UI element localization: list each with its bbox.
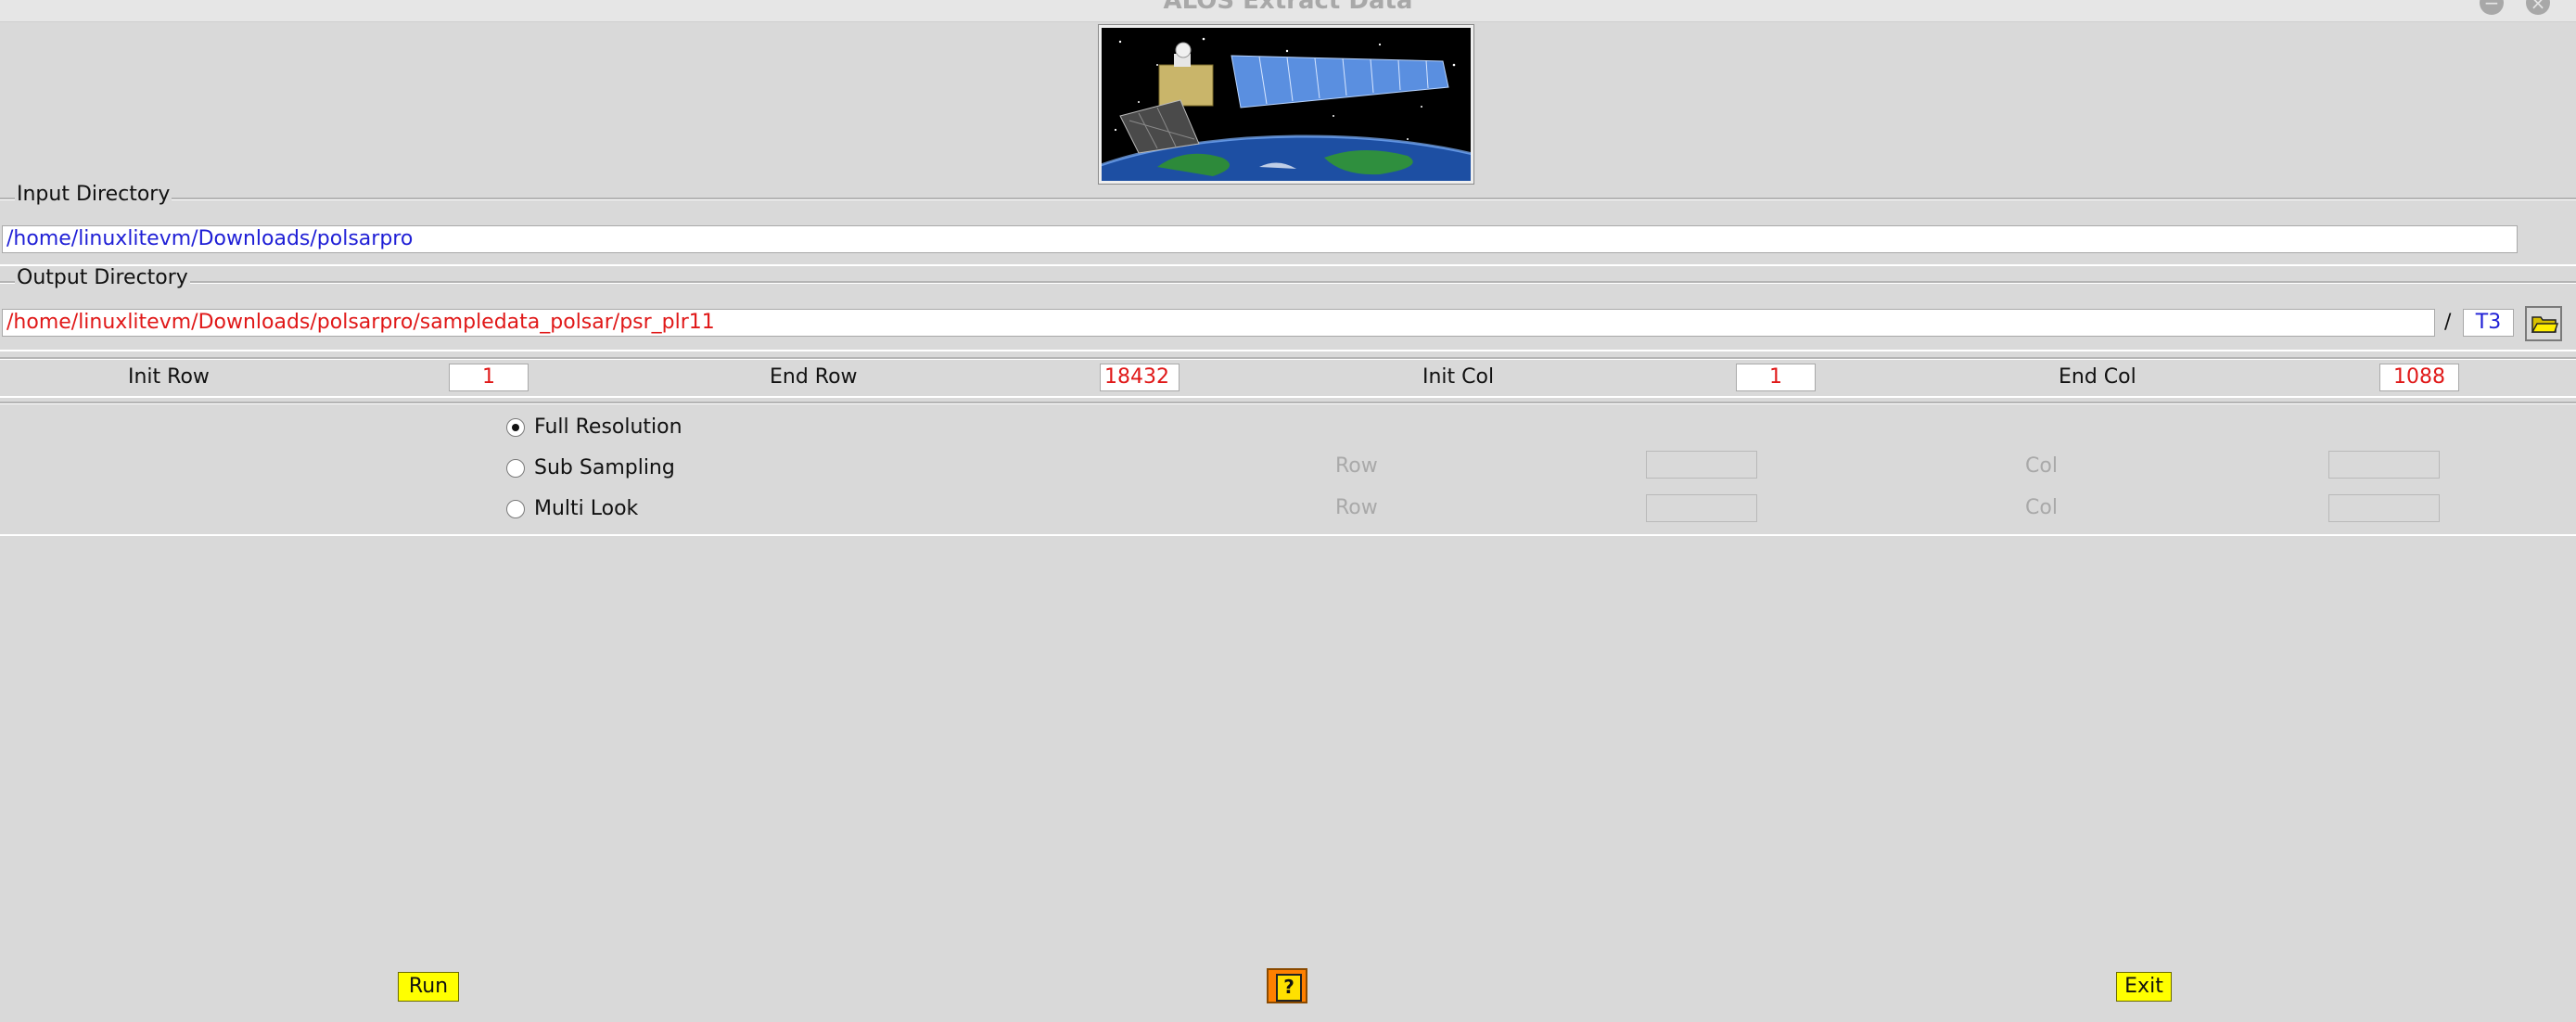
sub-sampling-row-field[interactable] — [1646, 451, 1757, 479]
end-col-field[interactable]: 1088 — [2379, 364, 2459, 391]
help-button[interactable]: ? — [1267, 968, 1307, 1003]
full-resolution-radio[interactable] — [506, 418, 525, 437]
multi-look-col-label: Col — [2025, 496, 2058, 519]
output-suffix-field[interactable]: T3 — [2463, 309, 2514, 337]
end-row-field[interactable]: 18432 — [1100, 364, 1180, 391]
sub-sampling-label[interactable]: Sub Sampling — [534, 454, 675, 482]
alos-satellite-graphic — [1102, 28, 1471, 181]
multi-look-col-field[interactable] — [2328, 494, 2440, 522]
run-button[interactable]: Run — [398, 972, 459, 1002]
window-titlebar: ALOS Extract Data − × — [0, 0, 2576, 22]
output-directory-legend: Output Directory — [15, 266, 190, 289]
sub-sampling-col-label: Col — [2025, 454, 2058, 478]
multi-look-radio[interactable] — [506, 500, 525, 518]
folder-open-icon — [2531, 316, 2558, 333]
satellite-image — [1098, 24, 1474, 185]
init-col-field[interactable]: 1 — [1736, 364, 1816, 391]
end-col-label: End Col — [2059, 365, 2136, 389]
init-row-field[interactable]: 1 — [449, 364, 529, 391]
help-icon: ? — [1276, 974, 1302, 1002]
exit-button[interactable]: Exit — [2116, 972, 2172, 1002]
end-row-label: End Row — [770, 365, 858, 389]
sub-sampling-radio[interactable] — [506, 459, 525, 478]
rows-cols-frame — [0, 357, 2576, 398]
input-directory-field[interactable]: /home/linuxlitevm/Downloads/polsarpro — [2, 225, 2518, 253]
output-directory-field[interactable]: /home/linuxlitevm/Downloads/polsarpro/sa… — [2, 309, 2435, 337]
sub-sampling-row-label: Row — [1335, 454, 1378, 478]
full-resolution-label[interactable]: Full Resolution — [534, 414, 682, 441]
multi-look-label[interactable]: Multi Look — [534, 495, 638, 523]
init-row-label: Init Row — [128, 365, 210, 389]
window-title: ALOS Extract Data — [1163, 0, 1413, 15]
browse-folder-button[interactable] — [2525, 306, 2562, 341]
sub-sampling-col-field[interactable] — [2328, 451, 2440, 479]
output-separator: / — [2444, 311, 2452, 334]
init-col-label: Init Col — [1422, 365, 1495, 389]
input-directory-legend: Input Directory — [15, 183, 172, 206]
resolution-options-frame — [0, 402, 2576, 536]
multi-look-row-label: Row — [1335, 496, 1378, 519]
multi-look-row-field[interactable] — [1646, 494, 1757, 522]
